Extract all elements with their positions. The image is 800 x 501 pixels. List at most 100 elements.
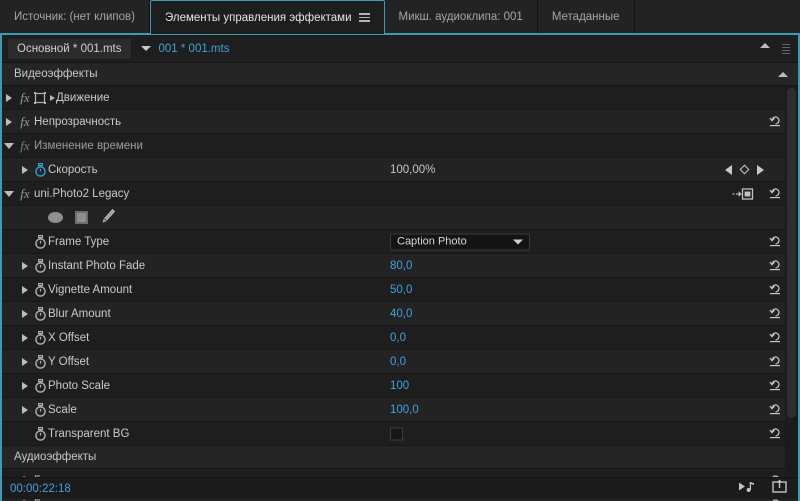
reset-icon[interactable]: [769, 426, 782, 442]
vertical-scrollbar-track[interactable]: [785, 86, 798, 475]
reset-icon[interactable]: [769, 186, 782, 202]
param-value-x-offset[interactable]: 0,0: [390, 332, 406, 344]
mask-tools-row: [2, 206, 798, 230]
scroll-up-caret-icon[interactable]: [760, 43, 770, 48]
time-remapping-twisty[interactable]: [2, 142, 16, 149]
reset-icon[interactable]: [769, 402, 782, 418]
param-value-blur-amount[interactable]: 40,0: [390, 308, 412, 320]
opacity-twisty[interactable]: [2, 117, 16, 126]
param-label-transparent-bg: Transparent BG: [48, 427, 130, 440]
breadcrumb-chevron-down-icon[interactable]: [140, 46, 151, 51]
photo-scale-twisty[interactable]: [18, 381, 32, 390]
effect-row-time-remapping[interactable]: fx Изменение времени: [2, 134, 798, 158]
panel-menu-icon[interactable]: [358, 13, 370, 22]
transparent-bg-checkbox[interactable]: [390, 427, 403, 440]
status-bar-icons: [738, 479, 788, 498]
param-row-instant-photo-fade[interactable]: Instant Photo Fade 80,0: [2, 254, 798, 278]
param-value-vignette-amount[interactable]: 50,0: [390, 284, 412, 296]
effect-row-motion[interactable]: fx Движение: [2, 86, 798, 110]
panel-tab-bar: Источник: (нет клипов) Элементы управлен…: [0, 0, 800, 34]
vignette-amount-twisty[interactable]: [18, 285, 32, 294]
collapse-caret-up-icon[interactable]: [778, 71, 788, 77]
breadcrumb-sequence[interactable]: Основной * 001.mts: [8, 38, 131, 59]
speed-twisty[interactable]: [18, 165, 32, 174]
export-frame-icon[interactable]: [772, 479, 788, 498]
effect-row-uni-photo2-legacy[interactable]: fx uni.Photo2 Legacy: [2, 182, 798, 206]
param-row-transparent-bg[interactable]: Transparent BG: [2, 422, 798, 446]
uni-photo2-twisty[interactable]: [2, 190, 16, 197]
param-value-scale[interactable]: 100,0: [390, 404, 419, 416]
param-label-frame-type: Frame Type: [48, 235, 110, 248]
fx-icon: fx: [20, 137, 30, 153]
stopwatch-icon[interactable]: [32, 354, 48, 369]
keyframe-navigator[interactable]: [725, 164, 764, 175]
frame-type-dropdown[interactable]: Caption Photo: [390, 233, 530, 250]
reset-icon[interactable]: [769, 258, 782, 274]
pen-mask-icon[interactable]: [100, 208, 116, 227]
video-effects-title: Видеоэффекты: [14, 68, 98, 80]
timecode-display[interactable]: 00:00:22:18: [10, 483, 71, 495]
param-value-speed[interactable]: 100,00%: [390, 164, 435, 176]
param-row-y-offset[interactable]: Y Offset 0,0: [2, 350, 798, 374]
add-keyframe-icon[interactable]: [739, 164, 750, 175]
scale-twisty[interactable]: [18, 405, 32, 414]
stopwatch-icon[interactable]: [32, 402, 48, 417]
effect-row-opacity[interactable]: fx Непрозрачность: [2, 110, 798, 134]
stopwatch-icon[interactable]: [32, 282, 48, 297]
tab-source[interactable]: Источник: (нет клипов): [0, 0, 150, 33]
tab-audio-clip-mixer[interactable]: Микш. аудиоклипа: 001: [384, 0, 538, 33]
previous-keyframe-icon[interactable]: [725, 164, 732, 175]
reset-icon[interactable]: [769, 114, 782, 130]
reset-icon[interactable]: [769, 234, 782, 250]
x-offset-twisty[interactable]: [18, 333, 32, 342]
ellipse-mask-icon[interactable]: [48, 212, 63, 223]
stopwatch-icon[interactable]: [32, 162, 48, 177]
param-value-instant-photo-fade[interactable]: 80,0: [390, 260, 412, 272]
reset-icon[interactable]: [769, 378, 782, 394]
instant-photo-fade-twisty[interactable]: [18, 261, 32, 270]
vertical-scrollbar-thumb[interactable]: [787, 88, 796, 418]
stopwatch-icon[interactable]: [32, 330, 48, 345]
next-keyframe-icon[interactable]: [757, 164, 764, 175]
reset-icon[interactable]: [769, 282, 782, 298]
param-row-speed[interactable]: Скорость 100,00%: [2, 158, 798, 182]
tab-metadata[interactable]: Метаданные: [537, 0, 635, 33]
audio-effects-section-header[interactable]: Аудиоэффекты: [2, 446, 798, 469]
tab-source-label: Источник: (нет клипов): [14, 10, 135, 23]
param-row-frame-type[interactable]: Frame Type Caption Photo: [2, 230, 798, 254]
effect-controls-panel: Основной * 001.mts 001 * 001.mts Видеоэф…: [0, 35, 800, 501]
reset-icon[interactable]: [769, 306, 782, 322]
panel-resize-grip[interactable]: [782, 42, 790, 56]
stopwatch-icon[interactable]: [32, 306, 48, 321]
effect-label-motion: Движение: [56, 91, 110, 104]
stopwatch-icon[interactable]: [32, 258, 48, 273]
stopwatch-icon[interactable]: [32, 234, 48, 249]
blur-amount-twisty[interactable]: [18, 309, 32, 318]
reset-icon[interactable]: [769, 330, 782, 346]
breadcrumb-clip[interactable]: 001 * 001.mts: [159, 43, 230, 55]
param-value-photo-scale[interactable]: 100: [390, 380, 409, 392]
param-row-blur-amount[interactable]: Blur Amount 40,0: [2, 302, 798, 326]
y-offset-twisty[interactable]: [18, 357, 32, 366]
param-label-speed: Скорость: [48, 163, 98, 176]
param-label-blur-amount: Blur Amount: [48, 307, 111, 320]
transform-icon[interactable]: [34, 91, 56, 104]
motion-twisty[interactable]: [2, 93, 16, 102]
param-row-photo-scale[interactable]: Photo Scale 100: [2, 374, 798, 398]
play-audio-icon[interactable]: [738, 480, 756, 498]
fx-icon: fx: [20, 89, 30, 105]
param-row-vignette-amount[interactable]: Vignette Amount 50,0: [2, 278, 798, 302]
param-value-y-offset[interactable]: 0,0: [390, 356, 406, 368]
tab-effect-controls[interactable]: Элементы управления эффектами: [150, 0, 385, 34]
rectangle-mask-icon[interactable]: [75, 211, 88, 224]
tab-effect-controls-label: Элементы управления эффектами: [165, 11, 352, 24]
fx-to-clip-icon[interactable]: [732, 187, 754, 200]
param-row-scale[interactable]: Scale 100,0: [2, 398, 798, 422]
param-label-instant-photo-fade: Instant Photo Fade: [48, 259, 146, 272]
video-effects-section-header[interactable]: Видеоэффекты: [2, 63, 798, 86]
audio-effects-title: Аудиоэффекты: [14, 451, 97, 463]
stopwatch-icon[interactable]: [32, 426, 48, 441]
reset-icon[interactable]: [769, 354, 782, 370]
stopwatch-icon[interactable]: [32, 378, 48, 393]
param-row-x-offset[interactable]: X Offset 0,0: [2, 326, 798, 350]
